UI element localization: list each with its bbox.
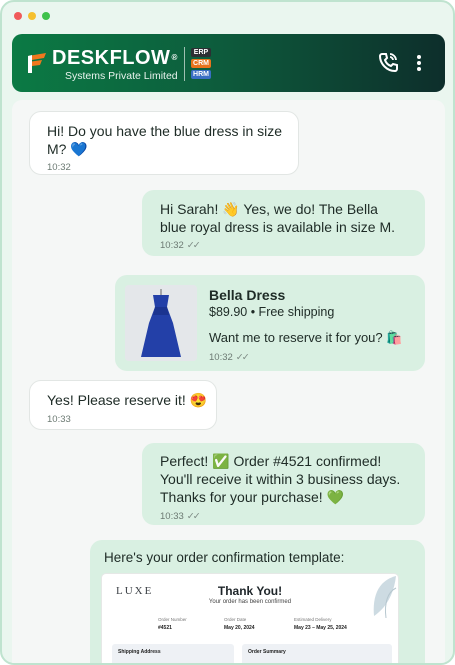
more-vertical-icon[interactable] [416, 54, 422, 72]
message-bubble-incoming: Hi! Do you have the blue dress in size M… [29, 111, 299, 175]
message-text: Here's your order confirmation template: [104, 550, 345, 565]
crm-badge: CRM [191, 59, 211, 68]
message-time: 10:32 ✓✓ [209, 352, 250, 363]
minimize-window-icon[interactable] [28, 12, 36, 20]
order-number-label: Order Number [158, 617, 187, 622]
message-text: M? 💙 [47, 141, 88, 157]
message-text: Want me to reserve it for you? 🛍️ [209, 330, 403, 345]
hrm-badge: HRM [191, 70, 211, 79]
template-subtitle: Your order has been confirmed [208, 599, 292, 605]
message-text: Perfect! ✅ Order #4521 confirmed! [160, 453, 382, 469]
message-text: Hi Sarah! 👋 Yes, we do! The Bella [160, 201, 378, 217]
order-summary-section: Order Summary [242, 644, 392, 663]
message-text: blue royal dress is available in size M. [160, 219, 395, 235]
delivery-label: Estimated Delivery [294, 617, 332, 622]
product-image[interactable] [125, 285, 197, 361]
message-bubble-outgoing: Hi Sarah! 👋 Yes, we do! The Bella blue r… [142, 190, 425, 256]
message-text: Thanks for your purchase! 💚 [160, 489, 344, 505]
message-time: 10:32 [47, 162, 71, 173]
template-title: Thank You! [217, 584, 283, 598]
close-window-icon[interactable] [14, 12, 22, 20]
brand-tagline: Systems Private Limited [65, 70, 178, 82]
delivery-value: May 23 – May 25, 2024 [294, 625, 347, 631]
message-time: 10:32 ✓✓ [160, 240, 201, 251]
message-text: Hi! Do you have the blue dress in size [47, 123, 283, 139]
order-number-value: #4521 [158, 625, 172, 631]
window-controls [14, 12, 50, 20]
section-label: Shipping Address [118, 649, 161, 655]
order-date-label: Order Date [224, 617, 247, 622]
erp-badge: ERP [191, 48, 211, 57]
app-window: DESKFLOW® Systems Private Limited ERP CR… [0, 0, 455, 665]
message-text: Yes! Please reserve it! 😍 [47, 392, 208, 408]
chat-area[interactable]: Hi! Do you have the blue dress in size M… [12, 100, 445, 663]
message-bubble-outgoing: Perfect! ✅ Order #4521 confirmed! You'll… [142, 443, 425, 525]
read-ticks-icon: ✓✓ [235, 352, 250, 363]
dress-image-icon [125, 285, 197, 361]
section-label: Order Summary [248, 649, 286, 655]
product-card-message[interactable]: Bella Dress $89.90 • Free shipping Want … [115, 275, 425, 371]
maximize-window-icon[interactable] [42, 12, 50, 20]
read-ticks-icon: ✓✓ [186, 511, 201, 522]
shipping-address-section: Shipping Address [112, 644, 234, 663]
message-time: 10:33 ✓✓ [160, 511, 201, 522]
product-price: $89.90 • Free shipping [209, 305, 335, 319]
deskflow-logo-icon [28, 53, 46, 73]
order-confirmation-template[interactable]: LUXE Thank You! Your order has been conf… [102, 574, 398, 663]
order-date-value: May 20, 2024 [224, 625, 255, 631]
message-text: You'll receive it within 3 business days… [160, 471, 401, 487]
message-time: 10:33 [47, 414, 71, 425]
phone-call-icon[interactable] [378, 52, 398, 72]
brand-name: DESKFLOW® [52, 47, 178, 69]
header-divider [184, 47, 185, 81]
message-bubble-incoming: Yes! Please reserve it! 😍 10:33 [29, 380, 217, 430]
product-title: Bella Dress [209, 287, 286, 303]
template-message: Here's your order confirmation template:… [90, 540, 425, 663]
read-ticks-icon: ✓✓ [186, 240, 201, 251]
